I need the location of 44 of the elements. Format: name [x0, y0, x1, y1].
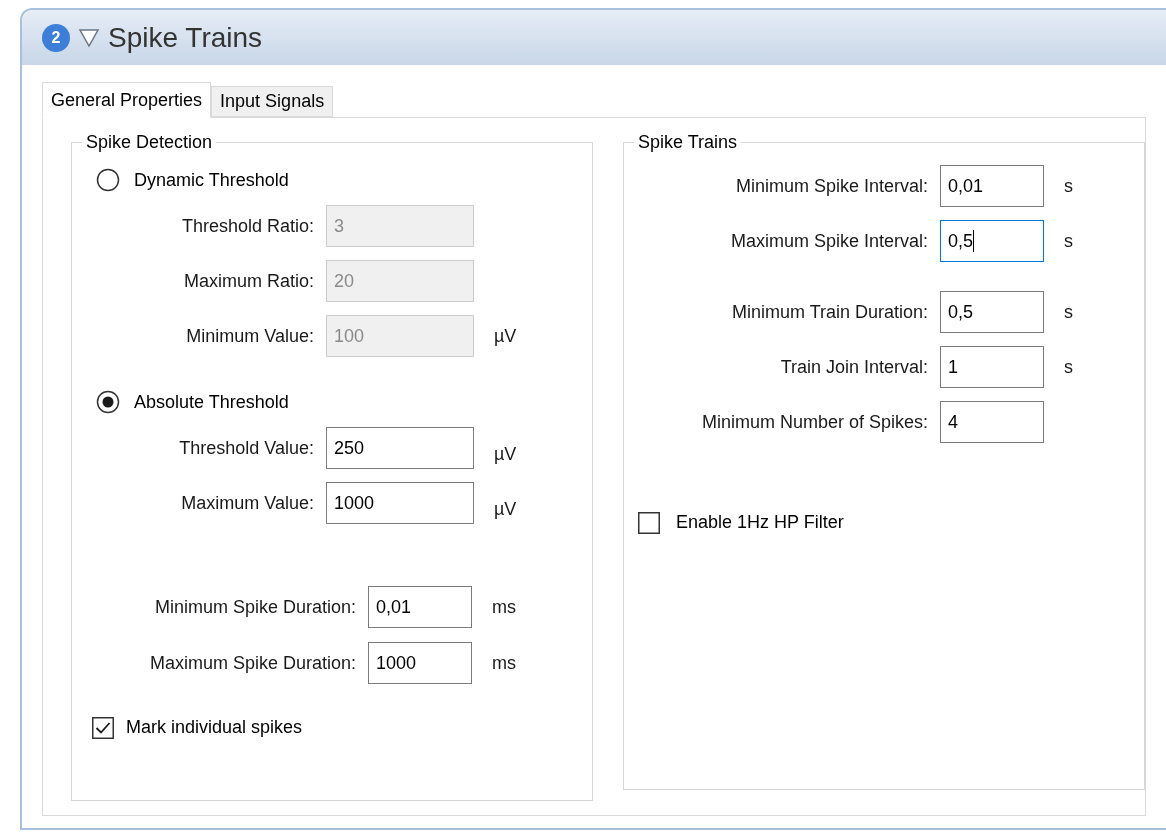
- field-label: Minimum Value:: [185, 324, 315, 348]
- checkbox[interactable]: [638, 511, 661, 534]
- unit-label: µV: [493, 442, 517, 466]
- unit-label: s: [1063, 300, 1074, 324]
- radio-label[interactable]: Absolute Threshold: [134, 388, 289, 416]
- text-field[interactable]: 0,5: [940, 220, 1045, 262]
- unit-label: µV: [493, 324, 517, 348]
- field-label: Minimum Number of Spikes:: [700, 410, 930, 434]
- collapse-triangle-icon: [78, 27, 100, 48]
- unit-label: s: [1063, 174, 1074, 198]
- panel-header[interactable]: 2 Spike Trains: [22, 10, 1166, 65]
- text-field[interactable]: 1000: [326, 482, 474, 524]
- text-field[interactable]: 0,5: [940, 291, 1045, 333]
- text-field[interactable]: 1000: [368, 642, 472, 684]
- radio-label[interactable]: Dynamic Threshold: [134, 166, 289, 194]
- unit-label: ms: [491, 651, 516, 675]
- field-label: Minimum Spike Interval:: [735, 174, 930, 198]
- field-label: Maximum Value:: [180, 491, 315, 515]
- text-field[interactable]: 0,01: [368, 586, 472, 628]
- text-field[interactable]: 4: [940, 401, 1045, 443]
- unit-label: s: [1063, 229, 1074, 253]
- panel-title: Spike Trains: [108, 20, 263, 55]
- field-label: Threshold Value:: [178, 436, 315, 460]
- field-label: Maximum Ratio:: [182, 269, 315, 293]
- field-label: Maximum Spike Interval:: [730, 229, 930, 253]
- radio-button[interactable]: [96, 390, 120, 414]
- field-label: Maximum Spike Duration:: [148, 651, 357, 675]
- radio-button[interactable]: [96, 168, 120, 192]
- field-label: Threshold Ratio:: [180, 214, 315, 238]
- unit-label: µV: [493, 497, 517, 521]
- checkbox[interactable]: [92, 716, 114, 739]
- field-label: Minimum Spike Duration:: [153, 595, 357, 619]
- checkbox-label[interactable]: Mark individual spikes: [126, 714, 303, 741]
- text-field[interactable]: 1: [940, 346, 1045, 388]
- text-field[interactable]: 250: [326, 427, 474, 469]
- tab[interactable]: General Properties: [42, 82, 212, 118]
- unit-label: ms: [491, 595, 516, 619]
- field-label: Minimum Train Duration:: [731, 300, 930, 324]
- step-badge: 2: [42, 23, 70, 52]
- checkbox-label[interactable]: Enable 1Hz HP Filter: [676, 509, 844, 536]
- unit-label: s: [1063, 355, 1074, 379]
- text-field[interactable]: 0,01: [940, 165, 1045, 207]
- tab[interactable]: Input Signals: [211, 86, 334, 117]
- field-label: Train Join Interval:: [779, 355, 930, 379]
